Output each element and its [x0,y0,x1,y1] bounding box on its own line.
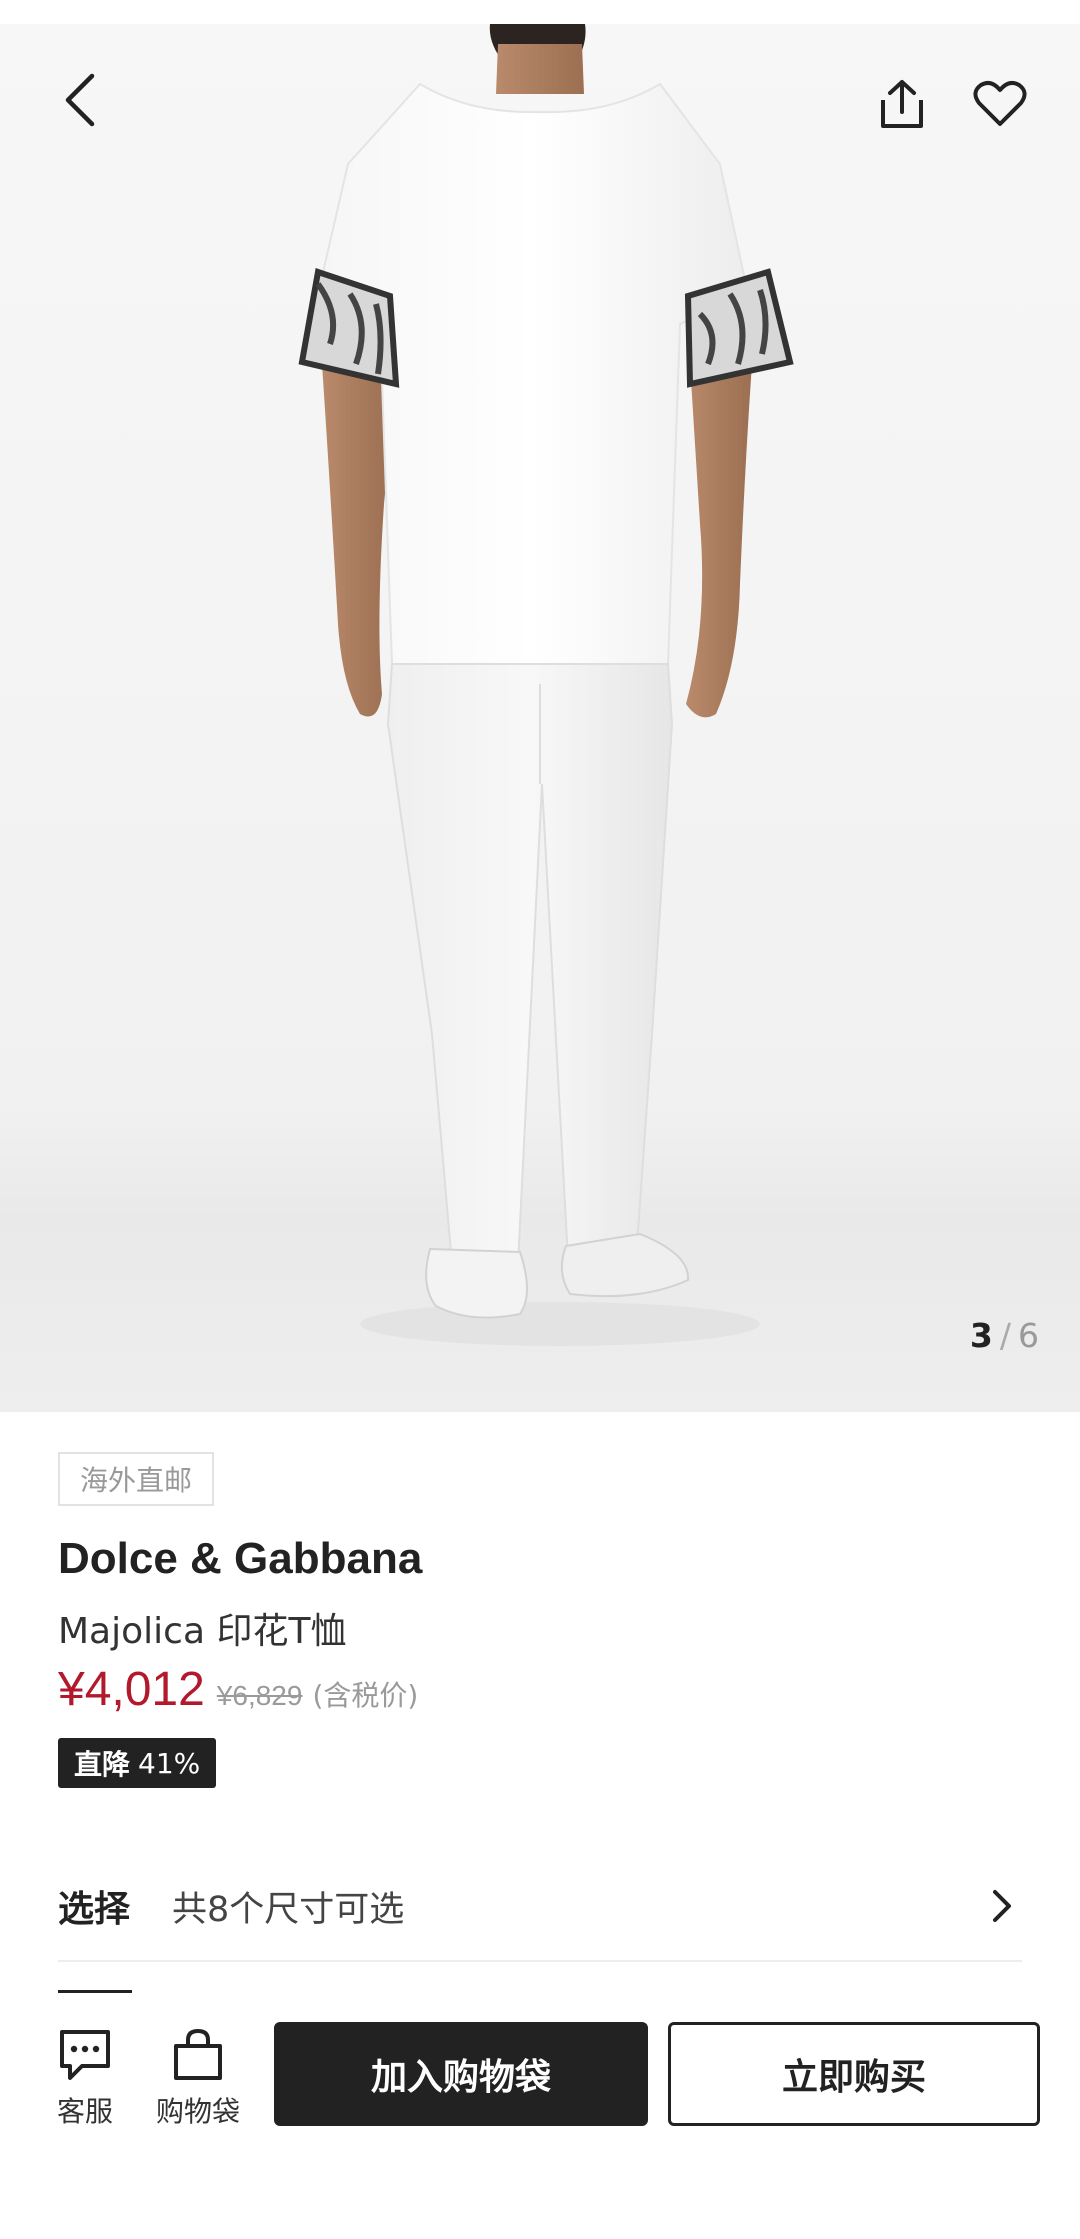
customer-service-label: 客服 [56,2095,113,2128]
product-name: Majolica 印花T恤 [58,1611,347,1652]
size-selector[interactable]: 选择 共8个尺寸可选 [58,1852,1022,1962]
bottom-action-bar: 客服 购物袋 加入购物袋 立即购买 [0,2000,1080,2239]
current-price: ¥4,012 [58,1663,205,1716]
shipping-tag: 海外直邮 [58,1452,215,1506]
back-arrow-icon [65,73,95,127]
size-selector-value: 共8个尺寸可选 [172,1889,405,1930]
product-image-gallery[interactable]: 3/6 [0,24,1080,1412]
discount-label: 直降 [74,1748,131,1781]
share-button[interactable] [866,68,938,140]
size-selector-title: 选择 [58,1889,131,1930]
image-counter: 3/6 [970,1316,1040,1355]
image-counter-current: 3 [969,1316,994,1355]
chat-bubble-icon [60,2030,110,2080]
shopping-bag-icon [174,2028,222,2080]
status-strip [0,0,1080,24]
chevron-right-icon [982,1886,1022,1926]
brand-name[interactable]: Dolce & Gabbana [58,1534,422,1584]
customer-service-button[interactable]: 客服 [50,2028,120,2130]
price-row: ¥4,012 ¥6,829 (含税价) [58,1662,418,1717]
image-counter-separator: / [999,1316,1012,1355]
share-icon [881,80,923,128]
original-price: ¥6,829 [216,1680,303,1711]
tab-indicator [58,1990,132,1993]
favorite-button[interactable] [964,68,1036,140]
discount-badge: 直降 41% [58,1738,217,1788]
heart-icon [973,80,1027,126]
shopping-bag-label: 购物袋 [155,2095,240,2128]
discount-value: 41% [138,1746,201,1780]
tax-note: (含税价) [312,1679,419,1712]
product-photo [298,24,794,1346]
shopping-bag-button[interactable]: 购物袋 [152,2028,244,2130]
image-counter-total: 6 [1018,1316,1040,1355]
back-button[interactable] [44,64,116,136]
add-to-cart-button[interactable]: 加入购物袋 [274,2022,648,2126]
buy-now-button[interactable]: 立即购买 [668,2022,1040,2126]
